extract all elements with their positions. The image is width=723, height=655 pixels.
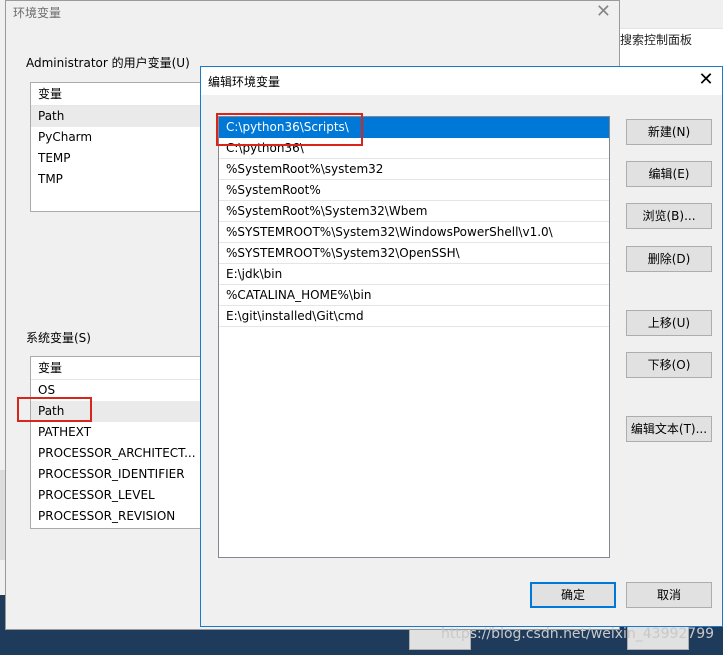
- dialog-title: 编辑环境变量: [208, 75, 281, 89]
- move-down-button[interactable]: 下移(O): [626, 352, 712, 378]
- ok-button[interactable]: 确定: [530, 582, 616, 608]
- list-item[interactable]: %SYSTEMROOT%\System32\WindowsPowerShell\…: [219, 222, 609, 243]
- move-up-button[interactable]: 上移(U): [626, 310, 712, 336]
- cancel-button[interactable]: 取消: [626, 582, 712, 608]
- close-icon[interactable]: ✕: [696, 69, 716, 91]
- list-item[interactable]: %SystemRoot%\system32: [219, 159, 609, 180]
- watermark: https://blog.csdn.net/weixin_43992799: [441, 626, 715, 642]
- new-button[interactable]: 新建(N): [626, 119, 712, 145]
- edit-environment-variable-dialog: 编辑环境变量 ✕ C:\python36\Scripts\ C:\python3…: [200, 66, 723, 627]
- list-item[interactable]: C:\python36\Scripts\: [219, 117, 609, 138]
- list-item[interactable]: C:\python36\: [219, 138, 609, 159]
- delete-button[interactable]: 删除(D): [626, 246, 712, 272]
- title-bar: 编辑环境变量 ✕: [201, 67, 722, 95]
- background-window-toolbar: [620, 0, 723, 29]
- list-item[interactable]: %SystemRoot%\System32\Wbem: [219, 201, 609, 222]
- edit-button[interactable]: 编辑(E): [626, 161, 712, 187]
- edit-text-button[interactable]: 编辑文本(T)...: [626, 416, 712, 442]
- dialog-title: 环境变量: [13, 6, 62, 20]
- list-item[interactable]: %SystemRoot%: [219, 180, 609, 201]
- list-item[interactable]: %CATALINA_HOME%\bin: [219, 285, 609, 306]
- close-icon[interactable]: ✕: [596, 1, 611, 22]
- user-variables-label: Administrator 的用户变量(U): [26, 56, 190, 70]
- list-item[interactable]: E:\git\installed\Git\cmd: [219, 306, 609, 327]
- control-panel-search-input[interactable]: 搜索控制面板: [620, 30, 723, 50]
- browse-button[interactable]: 浏览(B)...: [626, 203, 712, 229]
- list-item[interactable]: %SYSTEMROOT%\System32\OpenSSH\: [219, 243, 609, 264]
- list-item[interactable]: E:\jdk\bin: [219, 264, 609, 285]
- path-entries-list[interactable]: C:\python36\Scripts\ C:\python36\ %Syste…: [218, 116, 610, 558]
- system-variables-label: 系统变量(S): [26, 331, 91, 345]
